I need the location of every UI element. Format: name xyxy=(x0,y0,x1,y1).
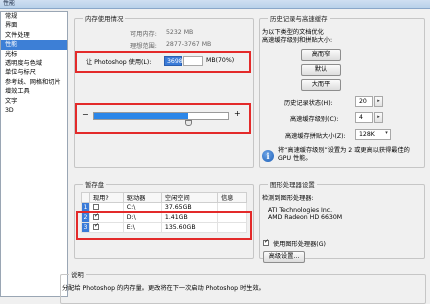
memory-slider-fill xyxy=(94,113,188,119)
use-gpu-label[interactable]: 使用图形处理器(G) xyxy=(273,239,326,248)
gpu-note-line2: GPU 性能。 xyxy=(278,155,312,162)
available-memory-value: 5232 MB xyxy=(166,29,194,36)
sidebar-item-general[interactable]: 常规 xyxy=(1,12,67,21)
memory-use-input[interactable]: 3698 xyxy=(164,56,183,66)
description-text: 分配给 Photoshop 的内存量。更改将在下一次启动 Photoshop 时… xyxy=(62,285,265,292)
gpu-vendor: ATI Technologies Inc. xyxy=(268,207,333,214)
sidebar-item-3d[interactable]: 3D xyxy=(1,106,67,115)
memory-usage-title: 内存使用情况 xyxy=(83,14,126,23)
sidebar-item-guides-grid[interactable]: 参考线、网格和切片 xyxy=(1,78,67,87)
index-column-header xyxy=(81,192,90,203)
cache-levels-arrow-icon[interactable]: ▸ xyxy=(374,112,383,123)
free-space-column-header[interactable]: 空闲空间 xyxy=(160,192,219,203)
tall-thin-button[interactable]: 高而窄 xyxy=(301,49,341,61)
cache-tile-size-label: 高速缓存拼贴大小(Z): xyxy=(285,133,346,140)
history-states-input[interactable]: 20 xyxy=(355,96,373,107)
default-button[interactable]: 默认 xyxy=(301,64,341,76)
sidebar-item-file-handling[interactable]: 文件处理 xyxy=(1,31,67,40)
memory-use-suffix: MB(70%) xyxy=(206,57,235,64)
memory-increase-button[interactable]: + xyxy=(234,109,241,118)
preferences-sidebar: 常规 界面 文件处理 性能 光标 透明度与色域 单位与标尺 参考线、网格和切片 … xyxy=(0,11,68,297)
ideal-range-label: 理想范围: xyxy=(130,43,157,50)
memory-usage-group: 内存使用情况 xyxy=(74,14,254,168)
cache-levels-label: 高速缓存级别(C): xyxy=(290,116,339,123)
scratch-disks-title: 暂存盘 xyxy=(83,180,107,189)
cache-levels-input[interactable]: 4 xyxy=(355,112,373,123)
memory-input-box[interactable] xyxy=(183,56,203,66)
scratch-disk-checkbox[interactable] xyxy=(93,204,99,210)
gpu-detected-label: 检测到图形处理器: xyxy=(262,195,314,202)
sidebar-item-transparency[interactable]: 透明度与色域 xyxy=(1,59,67,68)
ideal-range-value: 2877-3767 MB xyxy=(166,41,212,48)
info-column-header[interactable]: 信息 xyxy=(217,192,247,203)
active-column-header[interactable]: 现用? xyxy=(89,192,124,203)
optimize-desc-line2: 高速缓存级别和拼贴大小: xyxy=(262,37,333,44)
sidebar-item-performance[interactable]: 性能 xyxy=(1,40,67,50)
big-flat-button[interactable]: 大而平 xyxy=(301,79,341,91)
sidebar-item-type[interactable]: 文字 xyxy=(1,97,67,106)
description-title: 说明 xyxy=(69,270,86,279)
window-titlebar[interactable]: 性能 xyxy=(0,0,430,9)
use-gpu-checkbox[interactable] xyxy=(263,238,269,246)
sidebar-item-cursors[interactable]: 光标 xyxy=(1,50,67,59)
memory-slider-track[interactable] xyxy=(93,112,229,120)
sidebar-item-units[interactable]: 单位与标尺 xyxy=(1,68,67,77)
available-memory-label: 可用内存: xyxy=(130,31,157,38)
sidebar-item-interface[interactable]: 界面 xyxy=(1,21,67,30)
window-title: 性能 xyxy=(3,0,16,7)
table-header-row: 现用? 驱动器 空闲空间 信息 xyxy=(81,192,247,203)
drive-column-header[interactable]: 驱动器 xyxy=(122,192,162,203)
info-icon: i xyxy=(262,150,274,162)
gpu-settings-title: 图形处理器设置 xyxy=(268,180,317,189)
memory-decrease-button[interactable]: − xyxy=(82,110,89,119)
history-states-label: 历史记录状态(H): xyxy=(284,100,333,107)
chevron-down-icon[interactable]: ▾ xyxy=(382,129,391,140)
photoshop-use-label: 让 Photoshop 使用(L): xyxy=(86,59,152,66)
memory-slider-thumb[interactable] xyxy=(185,120,193,126)
history-cache-title: 历史记录与高速缓存 xyxy=(268,14,330,23)
advanced-settings-button[interactable]: 高级设置... xyxy=(263,251,305,263)
scratch-disks-highlight xyxy=(76,211,252,240)
sidebar-item-plugins[interactable]: 增效工具 xyxy=(1,87,67,96)
history-states-arrow-icon[interactable]: ▸ xyxy=(374,96,383,107)
gpu-model: AMD Radeon HD 6630M xyxy=(268,214,343,221)
